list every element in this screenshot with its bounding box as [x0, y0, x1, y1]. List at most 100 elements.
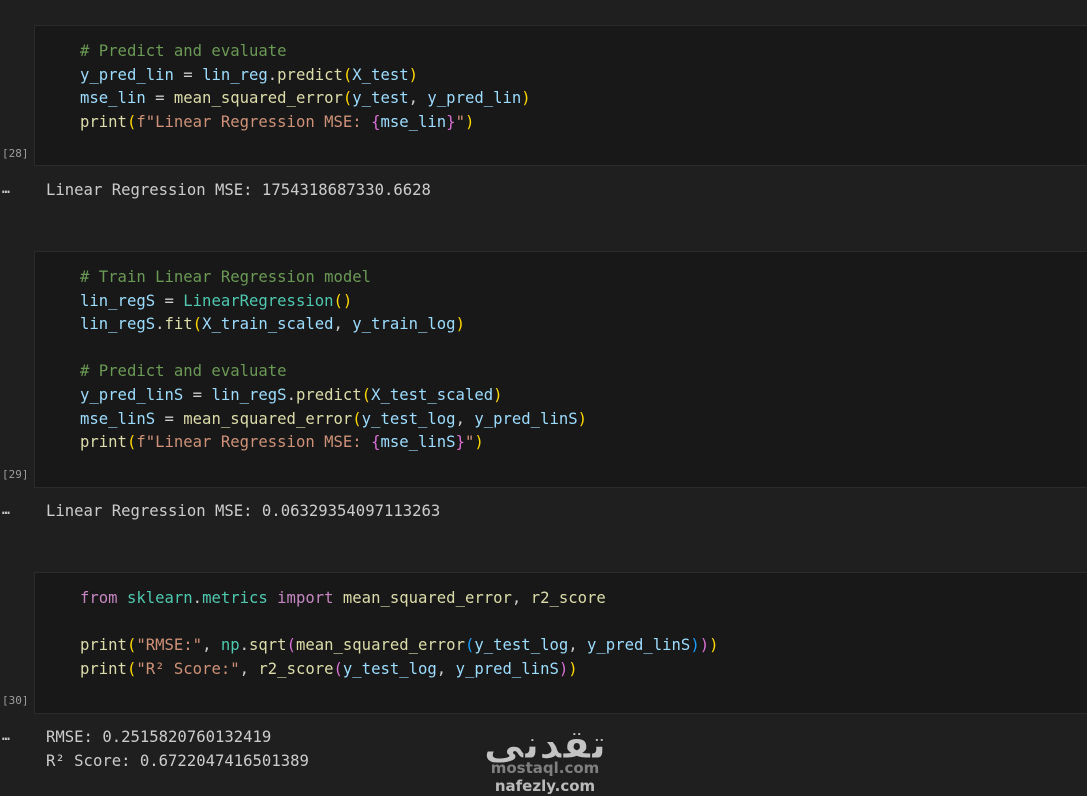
code-token: (: [192, 315, 203, 334]
code-token: .: [239, 636, 250, 655]
code-cell-29[interactable]: # Train Linear Regression model lin_regS …: [34, 251, 1087, 488]
code-editor[interactable]: from sklearn.metrics import mean_squared…: [80, 587, 718, 681]
code-token: .: [155, 315, 165, 334]
watermark-line-2: nafezly.com: [495, 777, 595, 795]
code-line[interactable]: print(f"Linear Regression MSE: {mse_lin}…: [80, 111, 531, 135]
code-line[interactable]: y_pred_lin = lin_reg.predict(X_test): [80, 64, 531, 88]
code-token: =: [183, 385, 212, 404]
code-line[interactable]: lin_regS.fit(X_train_scaled, y_train_log…: [80, 313, 587, 337]
code-token: ): [690, 636, 700, 655]
code-token: ): [521, 89, 531, 108]
code-token: predict: [277, 65, 343, 84]
code-token: ): [568, 659, 578, 678]
watermark-line-1: mostaql.com: [491, 759, 600, 777]
code-cell-30[interactable]: from sklearn.metrics import mean_squared…: [34, 572, 1087, 714]
code-line[interactable]: # Predict and evaluate: [80, 40, 531, 64]
code-editor[interactable]: # Predict and evaluate y_pred_lin = lin_r…: [80, 40, 531, 134]
code-token: ): [699, 636, 710, 655]
code-token: y_test_log: [361, 409, 456, 428]
execution-count: [28]: [2, 147, 29, 160]
code-token: print: [80, 636, 127, 655]
code-token: r2_score: [258, 659, 334, 678]
more-actions-icon[interactable]: …: [2, 504, 11, 518]
code-line[interactable]: # Train Linear Regression model: [80, 266, 587, 290]
code-token: .: [192, 589, 203, 607]
code-token: ,: [455, 409, 475, 428]
code-token: f"Linear Regression MSE:: [136, 433, 372, 452]
code-token: y_test_log: [474, 636, 569, 655]
code-line[interactable]: print("RMSE:", np.sqrt(mean_squared_erro…: [80, 634, 718, 658]
code-token: print: [80, 659, 127, 678]
code-token: mse_linS: [80, 409, 156, 428]
code-line[interactable]: from sklearn.metrics import mean_squared…: [80, 587, 718, 611]
code-token: f"Linear Regression MSE:: [136, 112, 372, 131]
code-token: # Train Linear Regression model: [80, 268, 372, 286]
code-token: (: [126, 433, 137, 452]
code-token: from: [80, 589, 118, 607]
code-token: "RMSE:": [136, 636, 203, 655]
code-token: mean_squared_error: [295, 636, 465, 655]
code-token: }: [446, 112, 456, 131]
code-token: X_test: [352, 65, 409, 84]
output-line: Linear Regression MSE: 1754318687330.662…: [46, 181, 431, 199]
code-token: .: [267, 65, 278, 84]
cell-output: Linear Regression MSE: 1754318687330.662…: [46, 178, 431, 202]
code-line[interactable]: mse_lin = mean_squared_error(y_test, y_p…: [80, 87, 531, 111]
code-line[interactable]: # Predict and evaluate: [80, 360, 587, 384]
code-line[interactable]: [80, 611, 718, 635]
code-token: # Predict and evaluate: [80, 362, 287, 381]
code-line[interactable]: print(f"Linear Regression MSE: {mse_linS…: [80, 431, 587, 455]
code-line[interactable]: lin_regS = LinearRegression(): [80, 290, 587, 314]
code-token: (: [464, 636, 475, 655]
code-token: (: [126, 636, 137, 655]
code-token: y_pred_lin: [427, 89, 522, 108]
code-token: y_pred_linS: [587, 636, 691, 655]
code-line[interactable]: mse_linS = mean_squared_error(y_test_log…: [80, 408, 587, 432]
code-token: (: [333, 659, 343, 678]
code-token: ,: [239, 659, 259, 678]
code-token: ): [709, 636, 719, 655]
execution-count: [30]: [2, 694, 29, 707]
code-token: =: [145, 89, 174, 108]
code-token: (): [333, 291, 353, 310]
code-token: r2_score: [530, 589, 606, 607]
code-token: ): [577, 409, 588, 428]
more-actions-icon[interactable]: …: [2, 183, 11, 197]
code-token: lin_regS: [80, 291, 156, 310]
code-token: ,: [568, 636, 588, 655]
code-token: mean_squared_error: [183, 409, 353, 428]
output-line: Linear Regression MSE: 0.063293540971132…: [46, 502, 441, 520]
code-token: ): [474, 433, 484, 452]
code-token: fit: [164, 315, 193, 334]
code-token: (: [352, 409, 362, 428]
code-line[interactable]: y_pred_linS = lin_regS.predict(X_test_sc…: [80, 384, 587, 408]
code-cell-28[interactable]: # Predict and evaluate y_pred_lin = lin_r…: [34, 25, 1087, 166]
code-token: np: [220, 636, 240, 655]
notebook-editor: # Predict and evaluate y_pred_lin = lin_r…: [0, 0, 1087, 796]
code-token: ": [455, 112, 465, 131]
code-token: sqrt: [249, 636, 287, 655]
code-token: ": [464, 433, 475, 452]
code-token: y_pred_linS: [455, 659, 559, 678]
code-token: "R² Score:": [136, 659, 240, 678]
code-token: =: [155, 409, 184, 428]
code-token: (: [361, 385, 372, 404]
code-line[interactable]: print("R² Score:", r2_score(y_test_log, …: [80, 658, 718, 682]
code-token: (: [286, 636, 296, 655]
code-token: metrics: [202, 589, 268, 607]
more-actions-icon[interactable]: …: [2, 730, 11, 744]
code-token: y_pred_linS: [474, 409, 578, 428]
code-token: ,: [511, 589, 531, 607]
code-token: y_test_log: [342, 659, 437, 678]
code-line[interactable]: [80, 337, 587, 361]
code-token: LinearRegression: [183, 291, 334, 310]
code-editor[interactable]: # Train Linear Regression model lin_regS …: [80, 266, 587, 455]
cell-output: Linear Regression MSE: 0.063293540971132…: [46, 499, 440, 523]
code-token: ): [558, 659, 569, 678]
code-token: ): [493, 385, 503, 404]
cell-output: RMSE: 0.2515820760132419 R² Score: 0.6722…: [46, 725, 309, 773]
code-token: mse_lin: [80, 89, 146, 108]
code-token: ): [455, 315, 465, 334]
